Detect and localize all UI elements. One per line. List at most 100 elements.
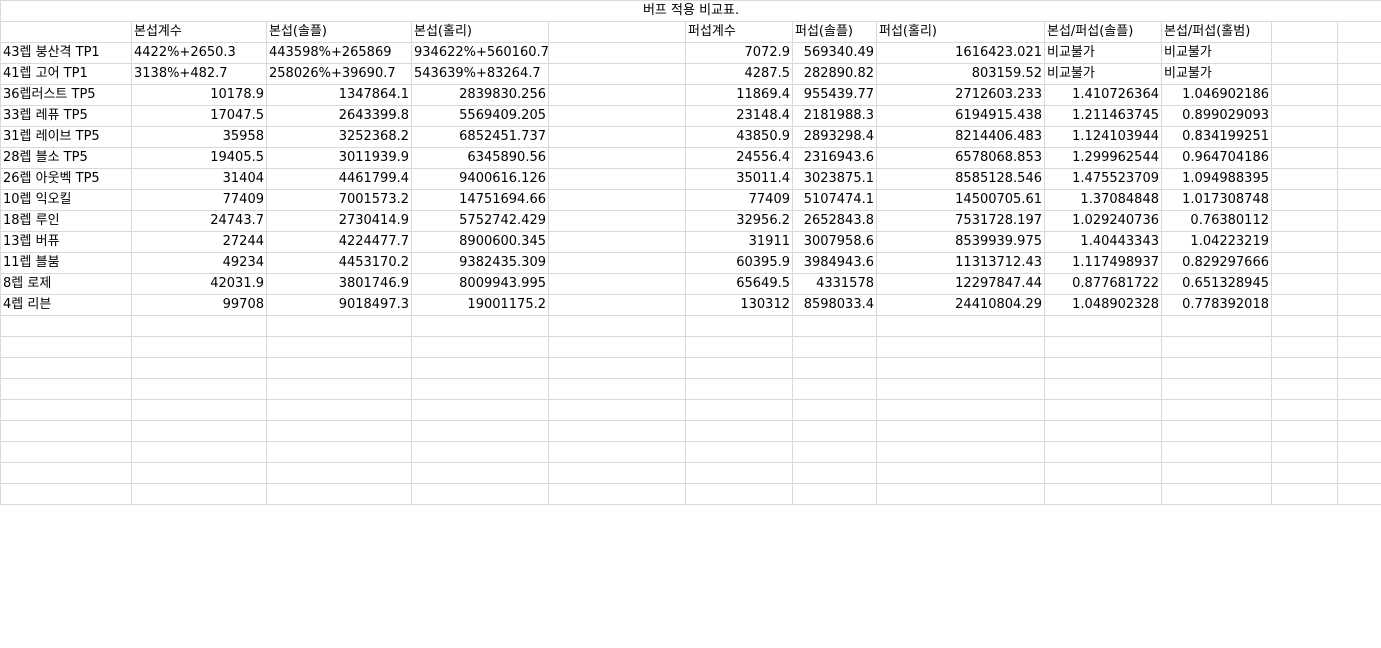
data-cell[interactable]: 19405.5 xyxy=(131,147,267,169)
row-label-cell[interactable]: 31렙 레이브 TP5 xyxy=(0,126,132,148)
empty-cell[interactable] xyxy=(1271,378,1338,400)
data-cell[interactable]: 569340.49 xyxy=(792,42,877,64)
data-cell[interactable]: 14751694.66 xyxy=(411,189,549,211)
empty-cell[interactable] xyxy=(1271,399,1338,421)
empty-cell[interactable] xyxy=(131,420,267,442)
data-cell[interactable]: 14500705.61 xyxy=(876,189,1045,211)
data-cell[interactable] xyxy=(548,189,686,211)
data-cell[interactable]: 0.76380112 xyxy=(1161,210,1272,232)
data-cell[interactable]: 8214406.483 xyxy=(876,126,1045,148)
data-cell[interactable]: 4224477.7 xyxy=(266,231,412,253)
empty-cell[interactable] xyxy=(266,378,412,400)
data-cell[interactable] xyxy=(1336,210,1381,232)
row-label-cell[interactable]: 10렙 익오킬 xyxy=(0,189,132,211)
empty-cell[interactable] xyxy=(685,462,793,484)
empty-cell[interactable] xyxy=(131,336,267,358)
data-cell[interactable]: 77409 xyxy=(685,189,793,211)
row-label-cell[interactable]: 13렙 버퓨 xyxy=(0,231,132,253)
empty-cell[interactable] xyxy=(876,462,1045,484)
data-cell[interactable]: 934622%+560160.7 xyxy=(411,42,549,64)
data-cell[interactable]: 0.899029093 xyxy=(1161,105,1272,127)
data-cell[interactable]: 1616423.021 xyxy=(876,42,1045,64)
data-cell[interactable]: 8009943.995 xyxy=(411,273,549,295)
empty-cell[interactable] xyxy=(266,483,412,505)
data-cell[interactable] xyxy=(548,273,686,295)
data-cell[interactable]: 6345890.56 xyxy=(411,147,549,169)
data-cell[interactable] xyxy=(1336,168,1381,190)
header-cell[interactable]: 본섭(홀리) xyxy=(411,21,549,43)
data-cell[interactable]: 1.211463745 xyxy=(1044,105,1162,127)
data-cell[interactable]: 8900600.345 xyxy=(411,231,549,253)
data-cell[interactable]: 31404 xyxy=(131,168,267,190)
empty-cell[interactable] xyxy=(131,441,267,463)
empty-cell[interactable] xyxy=(0,441,132,463)
empty-cell[interactable] xyxy=(0,315,132,337)
data-cell[interactable]: 1.475523709 xyxy=(1044,168,1162,190)
empty-cell[interactable] xyxy=(1044,399,1162,421)
empty-cell[interactable] xyxy=(411,483,549,505)
data-cell[interactable]: 60395.9 xyxy=(685,252,793,274)
data-cell[interactable]: 42031.9 xyxy=(131,273,267,295)
empty-cell[interactable] xyxy=(1044,378,1162,400)
data-cell[interactable]: 비교불가 xyxy=(1161,63,1272,85)
empty-cell[interactable] xyxy=(876,357,1045,379)
data-cell[interactable]: 8539939.975 xyxy=(876,231,1045,253)
empty-cell[interactable] xyxy=(266,462,412,484)
empty-cell[interactable] xyxy=(1271,420,1338,442)
empty-cell[interactable] xyxy=(1161,420,1272,442)
data-cell[interactable]: 3007958.6 xyxy=(792,231,877,253)
data-cell[interactable]: 1.094988395 xyxy=(1161,168,1272,190)
data-cell[interactable] xyxy=(548,294,686,316)
empty-cell[interactable] xyxy=(1161,462,1272,484)
row-label-cell[interactable]: 43렙 붕산격 TP1 xyxy=(0,42,132,64)
empty-cell[interactable] xyxy=(685,483,793,505)
data-cell[interactable]: 12297847.44 xyxy=(876,273,1045,295)
data-cell[interactable]: 0.964704186 xyxy=(1161,147,1272,169)
data-cell[interactable] xyxy=(1271,63,1338,85)
data-cell[interactable] xyxy=(1336,273,1381,295)
data-cell[interactable]: 32956.2 xyxy=(685,210,793,232)
data-cell[interactable]: 비교불가 xyxy=(1044,42,1162,64)
empty-cell[interactable] xyxy=(792,357,877,379)
data-cell[interactable]: 3138%+482.7 xyxy=(131,63,267,85)
data-cell[interactable]: 2181988.3 xyxy=(792,105,877,127)
empty-cell[interactable] xyxy=(411,399,549,421)
empty-cell[interactable] xyxy=(685,378,793,400)
data-cell[interactable]: 11869.4 xyxy=(685,84,793,106)
empty-cell[interactable] xyxy=(876,441,1045,463)
data-cell[interactable]: 6852451.737 xyxy=(411,126,549,148)
table-title-cell[interactable]: 버프 적용 비교표. xyxy=(0,0,1381,22)
data-cell[interactable]: 0.877681722 xyxy=(1044,273,1162,295)
data-cell[interactable] xyxy=(1336,42,1381,64)
data-cell[interactable] xyxy=(1336,126,1381,148)
data-cell[interactable]: 5569409.205 xyxy=(411,105,549,127)
empty-cell[interactable] xyxy=(1336,357,1381,379)
empty-cell[interactable] xyxy=(1161,399,1272,421)
data-cell[interactable]: 7072.9 xyxy=(685,42,793,64)
data-cell[interactable]: 99708 xyxy=(131,294,267,316)
data-cell[interactable]: 3984943.6 xyxy=(792,252,877,274)
data-cell[interactable]: 803159.52 xyxy=(876,63,1045,85)
data-cell[interactable]: 6578068.853 xyxy=(876,147,1045,169)
data-cell[interactable] xyxy=(548,210,686,232)
data-cell[interactable] xyxy=(1271,231,1338,253)
data-cell[interactable]: 2643399.8 xyxy=(266,105,412,127)
empty-cell[interactable] xyxy=(131,483,267,505)
data-cell[interactable]: 1.117498937 xyxy=(1044,252,1162,274)
header-cell[interactable]: 퍼섭(솔플) xyxy=(792,21,877,43)
empty-cell[interactable] xyxy=(876,378,1045,400)
header-cell[interactable]: 본섭/퍼섭(홀범) xyxy=(1161,21,1272,43)
data-cell[interactable] xyxy=(1271,42,1338,64)
empty-cell[interactable] xyxy=(0,357,132,379)
empty-cell[interactable] xyxy=(1044,462,1162,484)
empty-cell[interactable] xyxy=(0,462,132,484)
row-label-cell[interactable]: 26렙 아웃벡 TP5 xyxy=(0,168,132,190)
empty-cell[interactable] xyxy=(792,399,877,421)
empty-cell[interactable] xyxy=(792,420,877,442)
empty-cell[interactable] xyxy=(131,357,267,379)
data-cell[interactable]: 2730414.9 xyxy=(266,210,412,232)
data-cell[interactable] xyxy=(548,147,686,169)
data-cell[interactable]: 65649.5 xyxy=(685,273,793,295)
empty-cell[interactable] xyxy=(548,420,686,442)
data-cell[interactable]: 77409 xyxy=(131,189,267,211)
